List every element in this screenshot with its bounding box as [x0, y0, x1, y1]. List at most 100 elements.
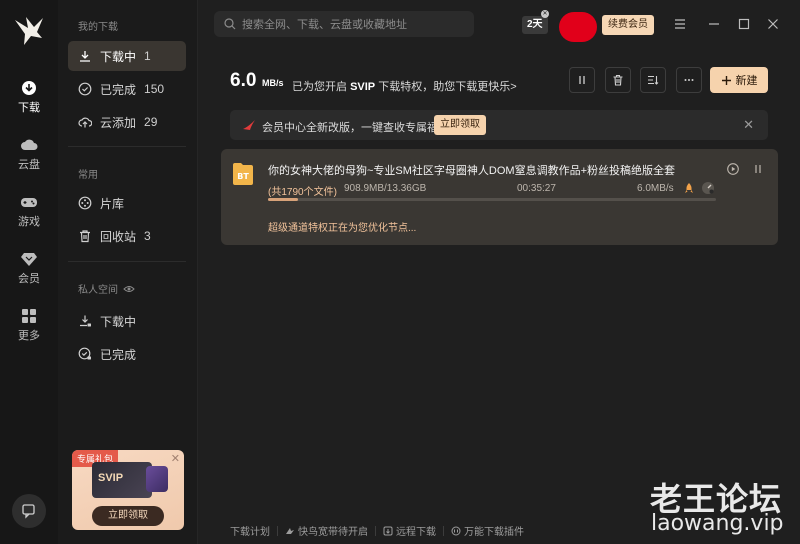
svip-msg-prefix: 已为您开启	[292, 81, 347, 93]
sidebar-item-label: 片库	[100, 196, 125, 211]
section-title-downloads: 我的下载	[78, 22, 118, 33]
rail-item-vip[interactable]: 会员	[0, 247, 58, 295]
cloud-icon	[21, 139, 38, 150]
download-sidebar: 我的下载 下载中 1 已完成 150 云添加 29 常用 片库 回收站 3 私人…	[58, 0, 198, 544]
rail-item-label: 下载	[18, 102, 40, 114]
sidebar-item-downloading[interactable]: 下载中 1	[68, 41, 186, 71]
sidebar-item-count: 3	[144, 229, 151, 243]
bt-file-icon: BT	[233, 163, 253, 185]
bt-badge-text: BT	[237, 172, 249, 181]
plus-icon	[721, 75, 731, 85]
total-speed-value: 6.0	[230, 70, 257, 91]
bird-icon	[286, 527, 294, 534]
film-reel-icon	[78, 196, 92, 210]
task-name: 你的女神大佬的母狗~专业SM社区字母圈神人DOM窒息调教作品+粉丝投稿绝版全套	[268, 165, 676, 177]
task-speed: 6.0MB/s	[637, 183, 674, 194]
download-arrow-icon	[80, 51, 90, 62]
search-icon	[224, 18, 236, 30]
task-progress-bar	[268, 198, 716, 201]
rail-item-label: 更多	[18, 330, 40, 342]
apps-grid-icon	[22, 309, 36, 323]
renew-vip-button[interactable]: 续费会员	[602, 15, 654, 35]
sort-icon	[648, 75, 659, 85]
trash-icon	[613, 74, 623, 86]
sidebar-item-label: 云添加	[100, 115, 137, 130]
rail-item-games[interactable]: 游戏	[0, 190, 58, 238]
minimize-icon[interactable]	[708, 19, 720, 29]
footer-item-bandwidth[interactable]: 快鸟宽带待开启	[285, 523, 368, 538]
eye-icon[interactable]	[123, 284, 135, 294]
svip-msg-brand: SVIP	[350, 81, 376, 93]
section-title-private-label: 私人空间	[78, 285, 118, 296]
section-title-common: 常用	[78, 170, 98, 181]
footer-separator	[375, 525, 376, 536]
sidebar-item-private-downloading[interactable]: 下载中	[68, 306, 186, 336]
footer-separator	[443, 525, 444, 536]
badge-close-icon[interactable]: ✕	[541, 10, 549, 18]
notice-bar: 会员中心全新改版，一键查收专属福利 立即领取 ✕	[230, 110, 768, 140]
sidebar-item-recycle-bin[interactable]: 回收站 3	[68, 221, 186, 251]
close-icon[interactable]	[767, 18, 779, 30]
plugin-icon	[451, 526, 461, 535]
sidebar-item-label: 已完成	[100, 82, 137, 97]
footer-item-label: 下载计划	[230, 527, 270, 538]
rail-item-cloud[interactable]: 云盘	[0, 133, 58, 181]
notice-claim-button[interactable]: 立即领取	[434, 115, 486, 135]
footer-item-schedule[interactable]: 下载计划	[230, 523, 270, 538]
more-button[interactable]	[676, 67, 702, 93]
vip-days-badge[interactable]: 2天	[522, 16, 548, 34]
rail-item-label: 云盘	[18, 159, 40, 171]
rocket-boost-icon[interactable]	[683, 182, 695, 195]
sidebar-item-private-completed[interactable]: 已完成	[68, 339, 186, 369]
sidebar-item-cloud-add[interactable]: 云添加 29	[68, 107, 186, 137]
trash-icon	[80, 230, 90, 243]
sidebar-item-count: 1	[144, 49, 151, 63]
delete-button[interactable]	[605, 67, 631, 93]
search-placeholder: 搜索全网、下载、云盘或收藏地址	[242, 19, 407, 31]
footer-item-plugin[interactable]: 万能下载插件	[451, 523, 524, 538]
notice-close-icon[interactable]: ✕	[743, 117, 754, 133]
feedback-button[interactable]	[12, 494, 46, 528]
promo-claim-button[interactable]: 立即领取	[92, 506, 164, 526]
section-title-private: 私人空间	[78, 281, 135, 296]
promo-gem-icon	[146, 466, 168, 492]
sidebar-item-completed[interactable]: 已完成 150	[68, 74, 186, 104]
footer-separator	[277, 525, 278, 536]
task-file-count-text: (共1790个文件)	[268, 187, 337, 198]
search-input[interactable]: 搜索全网、下载、云盘或收藏地址	[214, 11, 474, 37]
lock-download-icon	[80, 315, 91, 327]
rail-item-more[interactable]: 更多	[0, 304, 58, 352]
sidebar-divider	[68, 146, 186, 147]
promo-svip-card: SVIP	[92, 462, 152, 498]
sidebar-item-count: 150	[144, 82, 165, 96]
download-task-card[interactable]: BT 你的女神大佬的母狗~专业SM社区字母圈神人DOM窒息调教作品+粉丝投稿绝版…	[221, 149, 778, 245]
pause-all-button[interactable]	[569, 67, 595, 93]
sidebar-item-library[interactable]: 片库	[68, 188, 186, 218]
menu-icon[interactable]	[674, 19, 686, 29]
footer-bar: 下载计划 快鸟宽带待开启 远程下载 万能下载插件	[230, 523, 524, 538]
maximize-icon[interactable]	[738, 18, 750, 30]
promo-banner[interactable]: 专属礼包 ✕ SVIP 立即领取	[72, 450, 184, 530]
remote-download-icon	[383, 526, 393, 535]
sort-button[interactable]	[640, 67, 666, 93]
app-rail: 下载 云盘 游戏 会员 更多	[0, 0, 58, 544]
play-circle-icon[interactable]	[727, 163, 739, 175]
rail-item-download[interactable]: 下载	[0, 76, 58, 124]
new-task-button[interactable]: 新建	[710, 67, 768, 93]
footer-item-remote[interactable]: 远程下载	[383, 523, 436, 538]
task-file-count: (共1790个文件)	[268, 183, 337, 198]
promo-close-icon[interactable]: ✕	[171, 452, 180, 465]
sidebar-item-count: 29	[144, 115, 158, 129]
accel-status-text: 超级通道特权正在为您优化节点...	[268, 223, 417, 234]
total-speed-unit: MB/s	[262, 78, 284, 88]
task-elapsed-time: 00:35:27	[517, 183, 556, 194]
download-circle-icon	[22, 81, 36, 95]
avatar[interactable]	[559, 12, 597, 42]
footer-item-label: 万能下载插件	[464, 527, 524, 538]
svip-privilege-link[interactable]: 已为您开启 SVIP 下载特权，助您下载更快乐>	[292, 78, 517, 94]
speed-gauge-icon[interactable]	[701, 181, 715, 195]
member-center-icon	[243, 120, 255, 130]
pause-icon[interactable]	[753, 163, 763, 175]
sidebar-item-label: 回收站	[100, 229, 137, 244]
more-dots-icon	[684, 79, 694, 81]
